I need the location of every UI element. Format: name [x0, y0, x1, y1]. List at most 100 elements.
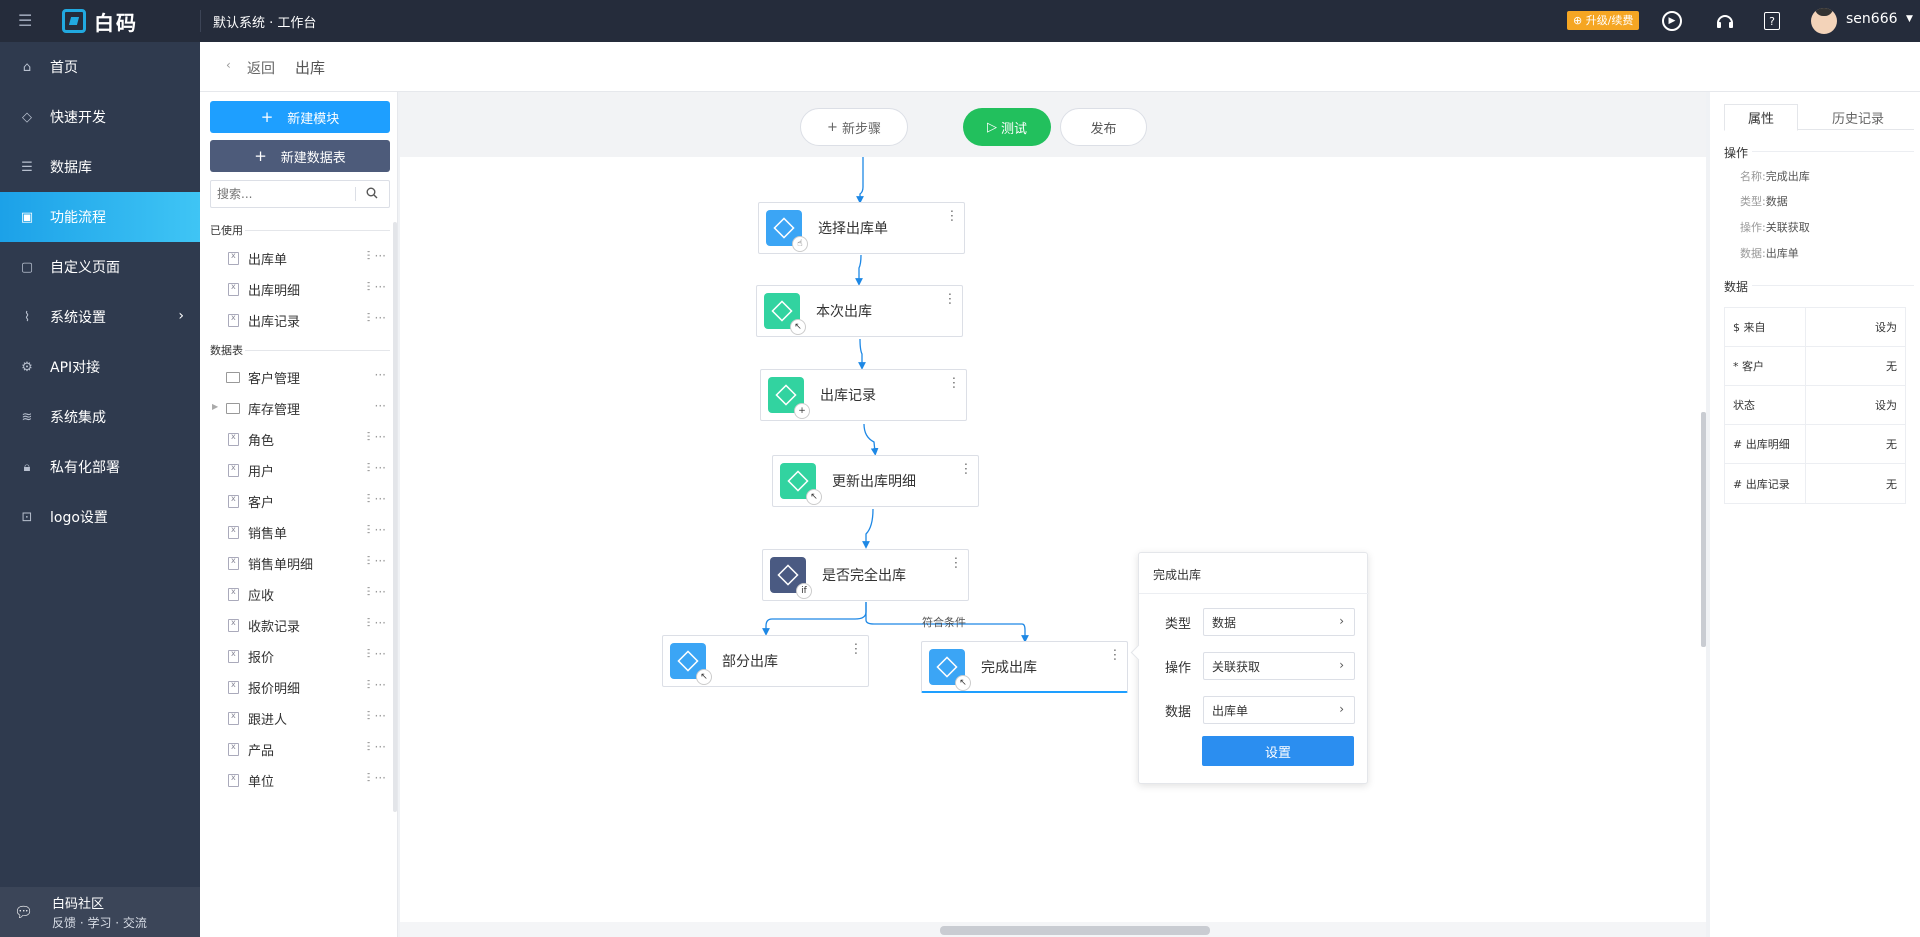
list-item[interactable]: 角色 ⫶⫶ ···	[210, 424, 390, 454]
data-select[interactable]: 出库单 ›	[1203, 696, 1355, 724]
menu-toggle-icon[interactable]: ☰	[18, 11, 38, 31]
more-icon[interactable]: ···	[375, 399, 386, 413]
list-item[interactable]: 单位 ⫶⫶ ···	[210, 765, 390, 795]
tab-history[interactable]: 历史记录	[1808, 104, 1908, 131]
upgrade-badge[interactable]: ⊕ 升级/续费	[1567, 11, 1640, 30]
field-value[interactable]: 无	[1886, 436, 1897, 452]
field-value[interactable]: 设为	[1875, 397, 1897, 413]
field-value[interactable]: 无	[1886, 476, 1897, 492]
help-icon[interactable]: ?	[1764, 12, 1780, 30]
sidebar-item-flow[interactable]: ▣ 功能流程	[0, 192, 200, 242]
publish-button[interactable]: 发布	[1060, 108, 1147, 146]
sliders-icon[interactable]: ⫶⫶	[367, 311, 371, 326]
kebab-icon[interactable]: ···	[941, 292, 957, 305]
canvas-vertical-scrollbar[interactable]	[1701, 412, 1706, 647]
more-icon[interactable]: ···	[375, 678, 386, 693]
back-button[interactable]: 返回	[247, 58, 275, 78]
more-icon[interactable]: ···	[375, 554, 386, 569]
headset-icon[interactable]	[1714, 10, 1736, 32]
logo[interactable]: 白码	[62, 9, 138, 35]
operation-select[interactable]: 关联获取 ›	[1203, 652, 1355, 680]
community-link[interactable]: 💬︎ 白码社区 反馈 · 学习 · 交流	[0, 887, 200, 937]
sliders-icon[interactable]: ⫶⫶	[367, 249, 371, 264]
new-step-button[interactable]: + 新步骤	[800, 108, 908, 146]
sidebar-item-database[interactable]: ☰ 数据库	[0, 142, 200, 192]
sliders-icon[interactable]: ⫶⫶	[367, 461, 371, 476]
type-select[interactable]: 数据 ›	[1203, 608, 1355, 636]
table-row[interactable]: # 出库明细 无	[1725, 425, 1905, 464]
more-icon[interactable]: ···	[375, 311, 386, 326]
play-icon[interactable]: ▶	[1662, 11, 1682, 31]
chevron-left-icon[interactable]: ‹	[226, 58, 231, 72]
more-icon[interactable]: ···	[375, 461, 386, 476]
sliders-icon[interactable]: ⫶⫶	[367, 678, 371, 693]
more-icon[interactable]: ···	[375, 492, 386, 507]
kebab-icon[interactable]: ···	[943, 209, 959, 222]
sidebar-item-quick-dev[interactable]: ◇ 快速开发	[0, 92, 200, 142]
list-item[interactable]: 收款记录 ⫶⫶ ···	[210, 610, 390, 640]
field-value[interactable]: 无	[1886, 358, 1897, 374]
more-icon[interactable]: ···	[375, 249, 386, 264]
list-item[interactable]: 应收 ⫶⫶ ···	[210, 579, 390, 609]
kebab-icon[interactable]: ···	[945, 376, 961, 389]
user-caret-icon[interactable]: ▼	[1906, 14, 1913, 24]
sliders-icon[interactable]: ⫶⫶	[367, 647, 371, 662]
flow-node-selected[interactable]: ↖ 完成出库 ···	[921, 641, 1128, 693]
avatar[interactable]	[1811, 8, 1837, 34]
more-icon[interactable]: ···	[375, 523, 386, 538]
flow-node[interactable]: ↖ 本次出库 ···	[756, 285, 963, 337]
list-item[interactable]: 跟进人 ⫶⫶ ···	[210, 703, 390, 733]
more-icon[interactable]: ···	[375, 709, 386, 724]
list-item[interactable]: 用户 ⫶⫶ ···	[210, 455, 390, 485]
sidebar-item-integration[interactable]: ≋ 系统集成	[0, 392, 200, 442]
sliders-icon[interactable]: ⫶⫶	[367, 616, 371, 631]
new-table-button[interactable]: + 新建数据表	[210, 140, 390, 172]
list-item[interactable]: 出库单 ⫶⫶ ···	[210, 243, 390, 273]
search-input[interactable]	[211, 182, 355, 206]
sidebar-item-settings[interactable]: ⌇ 系统设置 ›	[0, 292, 200, 342]
more-icon[interactable]: ···	[375, 771, 386, 786]
flow-node[interactable]: + 出库记录 ···	[760, 369, 967, 421]
setup-button[interactable]: 设置	[1202, 736, 1354, 766]
sliders-icon[interactable]: ⫶⫶	[367, 740, 371, 755]
sliders-icon[interactable]: ⫶⫶	[367, 709, 371, 724]
flow-node[interactable]: if 是否完全出库 ···	[762, 549, 969, 601]
more-icon[interactable]: ···	[375, 368, 386, 382]
caret-right-icon[interactable]: ▶	[212, 402, 218, 411]
list-item[interactable]: 销售单 ⫶⫶ ···	[210, 517, 390, 547]
folder-item[interactable]: 客户管理 ···	[210, 362, 390, 392]
tab-properties[interactable]: 属性	[1724, 104, 1798, 131]
flow-node[interactable]: ↖ 部分出库 ···	[662, 635, 869, 687]
kebab-icon[interactable]: ···	[1106, 648, 1122, 661]
sidebar-item-home[interactable]: ⌂ 首页	[0, 42, 200, 92]
table-row[interactable]: $ 来自 设为	[1725, 308, 1905, 347]
flow-node[interactable]: ↖ 更新出库明细 ···	[772, 455, 979, 507]
more-icon[interactable]: ···	[375, 280, 386, 295]
sliders-icon[interactable]: ⫶⫶	[367, 523, 371, 538]
sidebar-item-logo[interactable]: ⊡ logo设置	[0, 492, 200, 542]
flow-canvas[interactable]: + 新步骤 ▷ 测试 发布 符合条件 ☝ 选择出库单 ··· ↖ 本次出库 ··· …	[400, 92, 1706, 937]
list-item[interactable]: 客户 ⫶⫶ ···	[210, 486, 390, 516]
canvas-horizontal-scrollbar[interactable]	[940, 926, 1210, 935]
flow-node[interactable]: ☝ 选择出库单 ···	[758, 202, 965, 254]
sliders-icon[interactable]: ⫶⫶	[367, 492, 371, 507]
table-row[interactable]: * 客户 无	[1725, 347, 1905, 386]
more-icon[interactable]: ···	[375, 740, 386, 755]
folder-item[interactable]: ▶ 库存管理 ···	[210, 393, 390, 423]
table-row[interactable]: # 出库记录 无	[1725, 464, 1905, 503]
new-module-button[interactable]: + 新建模块	[210, 101, 390, 133]
more-icon[interactable]: ···	[375, 647, 386, 662]
kebab-icon[interactable]: ···	[957, 462, 973, 475]
list-item[interactable]: 销售单明细 ⫶⫶ ···	[210, 548, 390, 578]
username[interactable]: sen666	[1846, 11, 1898, 27]
sliders-icon[interactable]: ⫶⫶	[367, 585, 371, 600]
test-button[interactable]: ▷ 测试	[963, 108, 1051, 146]
sidebar-item-api[interactable]: ⚙ API对接	[0, 342, 200, 392]
list-item[interactable]: 报价明细 ⫶⫶ ···	[210, 672, 390, 702]
list-item[interactable]: 出库记录 ⫶⫶ ···	[210, 305, 390, 335]
sliders-icon[interactable]: ⫶⫶	[367, 430, 371, 445]
sidebar-item-custom-page[interactable]: ▢ 自定义页面	[0, 242, 200, 292]
sliders-icon[interactable]: ⫶⫶	[367, 554, 371, 569]
table-row[interactable]: 状态 设为	[1725, 386, 1905, 425]
more-icon[interactable]: ···	[375, 616, 386, 631]
